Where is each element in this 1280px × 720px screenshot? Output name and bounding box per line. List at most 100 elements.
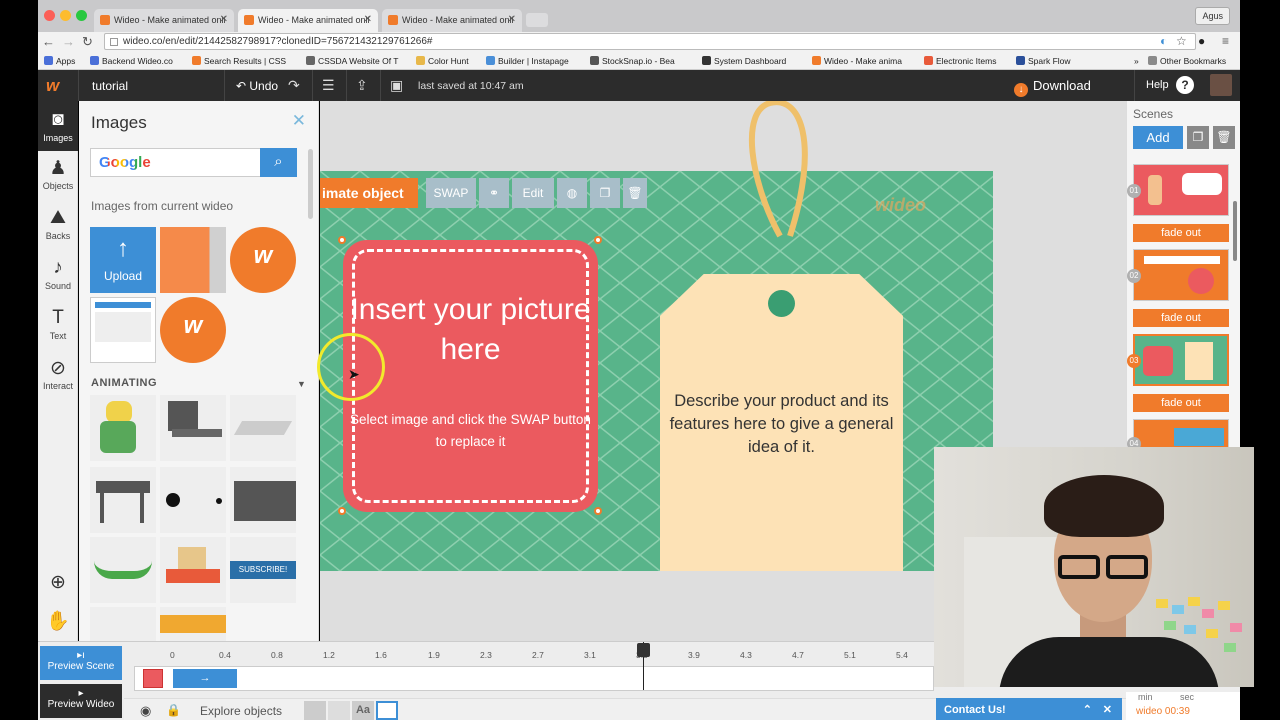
close-icon[interactable]: ✕ — [1103, 703, 1112, 716]
rail-item-backs[interactable]: ⛰ Backs — [38, 207, 78, 241]
bookmark-item[interactable]: Builder | Instapage — [486, 56, 569, 66]
animate-object-button[interactable]: imate object — [320, 178, 418, 208]
browser-tab[interactable]: Wideo - Make animated onli ✕ — [382, 9, 522, 32]
scene-transition[interactable]: fade out — [1133, 309, 1229, 327]
contact-us-button[interactable]: Contact Us! ⌃ ✕ — [936, 698, 1122, 720]
layer-thumb[interactable] — [328, 701, 350, 720]
share-icon[interactable]: ⇪ — [356, 77, 368, 94]
bookmark-item[interactable]: Spark Flow — [1016, 56, 1071, 66]
animated-computer-thumb[interactable] — [160, 537, 226, 603]
link-icon[interactable]: ⚭ — [479, 178, 509, 208]
scene-transition[interactable]: fade out — [1133, 394, 1229, 412]
bookmark-item[interactable]: Wideo - Make anima — [812, 56, 902, 66]
animated-box-thumb[interactable] — [230, 467, 296, 533]
wideo-logo-thumb[interactable]: w — [160, 297, 226, 363]
redo-icon[interactable]: ↷ — [288, 77, 300, 94]
scene-thumb[interactable] — [1133, 164, 1229, 216]
add-scene-button[interactable]: Add — [1133, 126, 1183, 149]
subscribe-thumb[interactable]: SUBSCRIBE! — [230, 537, 296, 603]
bookmark-item[interactable]: Search Results | CSS — [192, 56, 286, 66]
browser-tab[interactable]: Wideo - Make animated onli ✕ — [94, 9, 234, 32]
bookmark-more-icon[interactable]: » — [1134, 56, 1139, 66]
resize-handle[interactable] — [594, 236, 602, 244]
image-thumb[interactable] — [90, 607, 156, 641]
bookmark-star-icon[interactable]: ☆ — [1176, 34, 1187, 48]
animated-chair-thumb[interactable] — [160, 395, 226, 461]
chevron-up-icon[interactable]: ⌃ — [1083, 703, 1092, 716]
scenes-scrollbar[interactable] — [1233, 201, 1237, 261]
upload-button[interactable]: ↑ Upload — [90, 227, 156, 293]
undo-button[interactable]: ↶ Undo — [236, 79, 278, 93]
animated-table-thumb[interactable] — [90, 467, 156, 533]
reload-icon[interactable]: ↻ — [82, 34, 93, 50]
forward-icon[interactable]: → — [62, 34, 75, 49]
profile-button[interactable]: Agus — [1195, 7, 1230, 25]
resize-handle[interactable] — [338, 507, 346, 515]
animated-character-thumb[interactable] — [90, 395, 156, 461]
back-icon[interactable]: ← — [42, 34, 55, 49]
product-tag[interactable]: Describe your product and its features h… — [660, 274, 903, 571]
url-input[interactable]: wideo.co/en/edit/21442582798917?clonedID… — [104, 33, 1196, 50]
trash-icon[interactable]: 🗑 — [623, 178, 647, 208]
menu-icon[interactable]: ≡ — [1222, 34, 1229, 48]
extension-icon[interactable]: ◐ — [1160, 34, 1167, 48]
close-tab-icon[interactable]: ✕ — [508, 14, 516, 25]
delete-scene-icon[interactable]: 🗑 — [1213, 126, 1235, 149]
duplicate-scene-icon[interactable]: ❐ — [1187, 126, 1209, 149]
search-icon[interactable]: ⌕ — [260, 148, 297, 177]
scene-thumb[interactable] — [1133, 249, 1229, 301]
timeline-ruler[interactable]: 0 0.4 0.8 1.2 1.6 1.9 2.3 2.7 3.1 3.5 3.… — [134, 642, 974, 666]
bookmark-other[interactable]: Other Bookmarks — [1148, 56, 1226, 66]
google-search-input[interactable]: Google ⌕ — [90, 148, 297, 177]
download-button[interactable]: ↓ Download — [1014, 78, 1091, 97]
image-thumb-orange[interactable] — [160, 227, 226, 293]
wideo-logo-thumb[interactable]: w — [230, 227, 296, 293]
object-clip-icon[interactable] — [143, 669, 163, 688]
image-thumb-screenshot[interactable] — [90, 297, 156, 363]
edit-button[interactable]: Edit — [512, 178, 554, 208]
close-window-icon[interactable] — [44, 10, 55, 21]
playhead-handle[interactable] — [637, 643, 650, 657]
avatar[interactable] — [1210, 74, 1232, 96]
scrollbar[interactable] — [308, 149, 313, 219]
animation-bar[interactable]: → — [173, 669, 237, 688]
bookmark-item[interactable]: Color Hunt — [416, 56, 469, 66]
bookmark-item[interactable]: System Dashboard — [702, 56, 786, 66]
eye-icon[interactable]: ◉ — [140, 703, 151, 719]
resize-handle[interactable] — [594, 507, 602, 515]
product-description[interactable]: Describe your product and its features h… — [660, 390, 903, 459]
hamburger-menu-icon[interactable]: ☰ — [322, 77, 335, 94]
animated-plane-thumb[interactable] — [230, 395, 296, 461]
swap-button[interactable]: SWAP — [426, 178, 476, 208]
help-icon[interactable]: ? — [1176, 76, 1194, 94]
new-tab-button[interactable] — [526, 13, 548, 27]
extension-dark-icon[interactable]: ● — [1198, 34, 1205, 48]
rail-item-interact[interactable]: ⊘ Interact — [38, 357, 78, 391]
bookmark-apps[interactable]: Apps — [44, 56, 75, 66]
lock-icon[interactable]: 🔒 — [166, 703, 181, 717]
rail-item-objects[interactable]: ♟ Objects — [38, 157, 78, 191]
rail-item-sound[interactable]: ♪ Sound — [38, 257, 78, 291]
duplicate-icon[interactable]: ❐ — [590, 178, 620, 208]
help-label[interactable]: Help — [1146, 79, 1169, 91]
scene-transition[interactable]: fade out — [1133, 224, 1229, 242]
rail-item-images[interactable]: ◙ Images — [38, 101, 78, 151]
project-name[interactable]: tutorial — [92, 79, 128, 93]
close-tab-icon[interactable]: ✕ — [220, 14, 228, 25]
maximize-window-icon[interactable] — [76, 10, 87, 21]
scene-thumb-active[interactable] — [1133, 334, 1229, 386]
hand-pan-icon[interactable]: ✋ — [38, 609, 78, 633]
explore-objects-label[interactable]: Explore objects — [200, 704, 282, 718]
zoom-icon[interactable]: ⊕ — [38, 571, 78, 595]
text-layer-icon[interactable]: Aa — [352, 701, 374, 720]
save-icon[interactable]: ▣ — [390, 77, 403, 94]
preview-scene-button[interactable]: ▸ı Preview Scene — [40, 646, 122, 680]
bookmark-item[interactable]: CSSDA Website Of T — [306, 56, 398, 66]
preview-wideo-button[interactable]: ▸ Preview Wideo — [40, 684, 122, 718]
bookmark-item[interactable]: Backend Wideo.co — [90, 56, 173, 66]
wideo-logo-icon[interactable]: w — [46, 76, 68, 95]
close-icon[interactable]: ✕ — [292, 111, 306, 131]
minimize-window-icon[interactable] — [60, 10, 71, 21]
close-tab-icon[interactable]: ✕ — [364, 14, 372, 25]
animated-snake-thumb[interactable] — [90, 537, 156, 603]
